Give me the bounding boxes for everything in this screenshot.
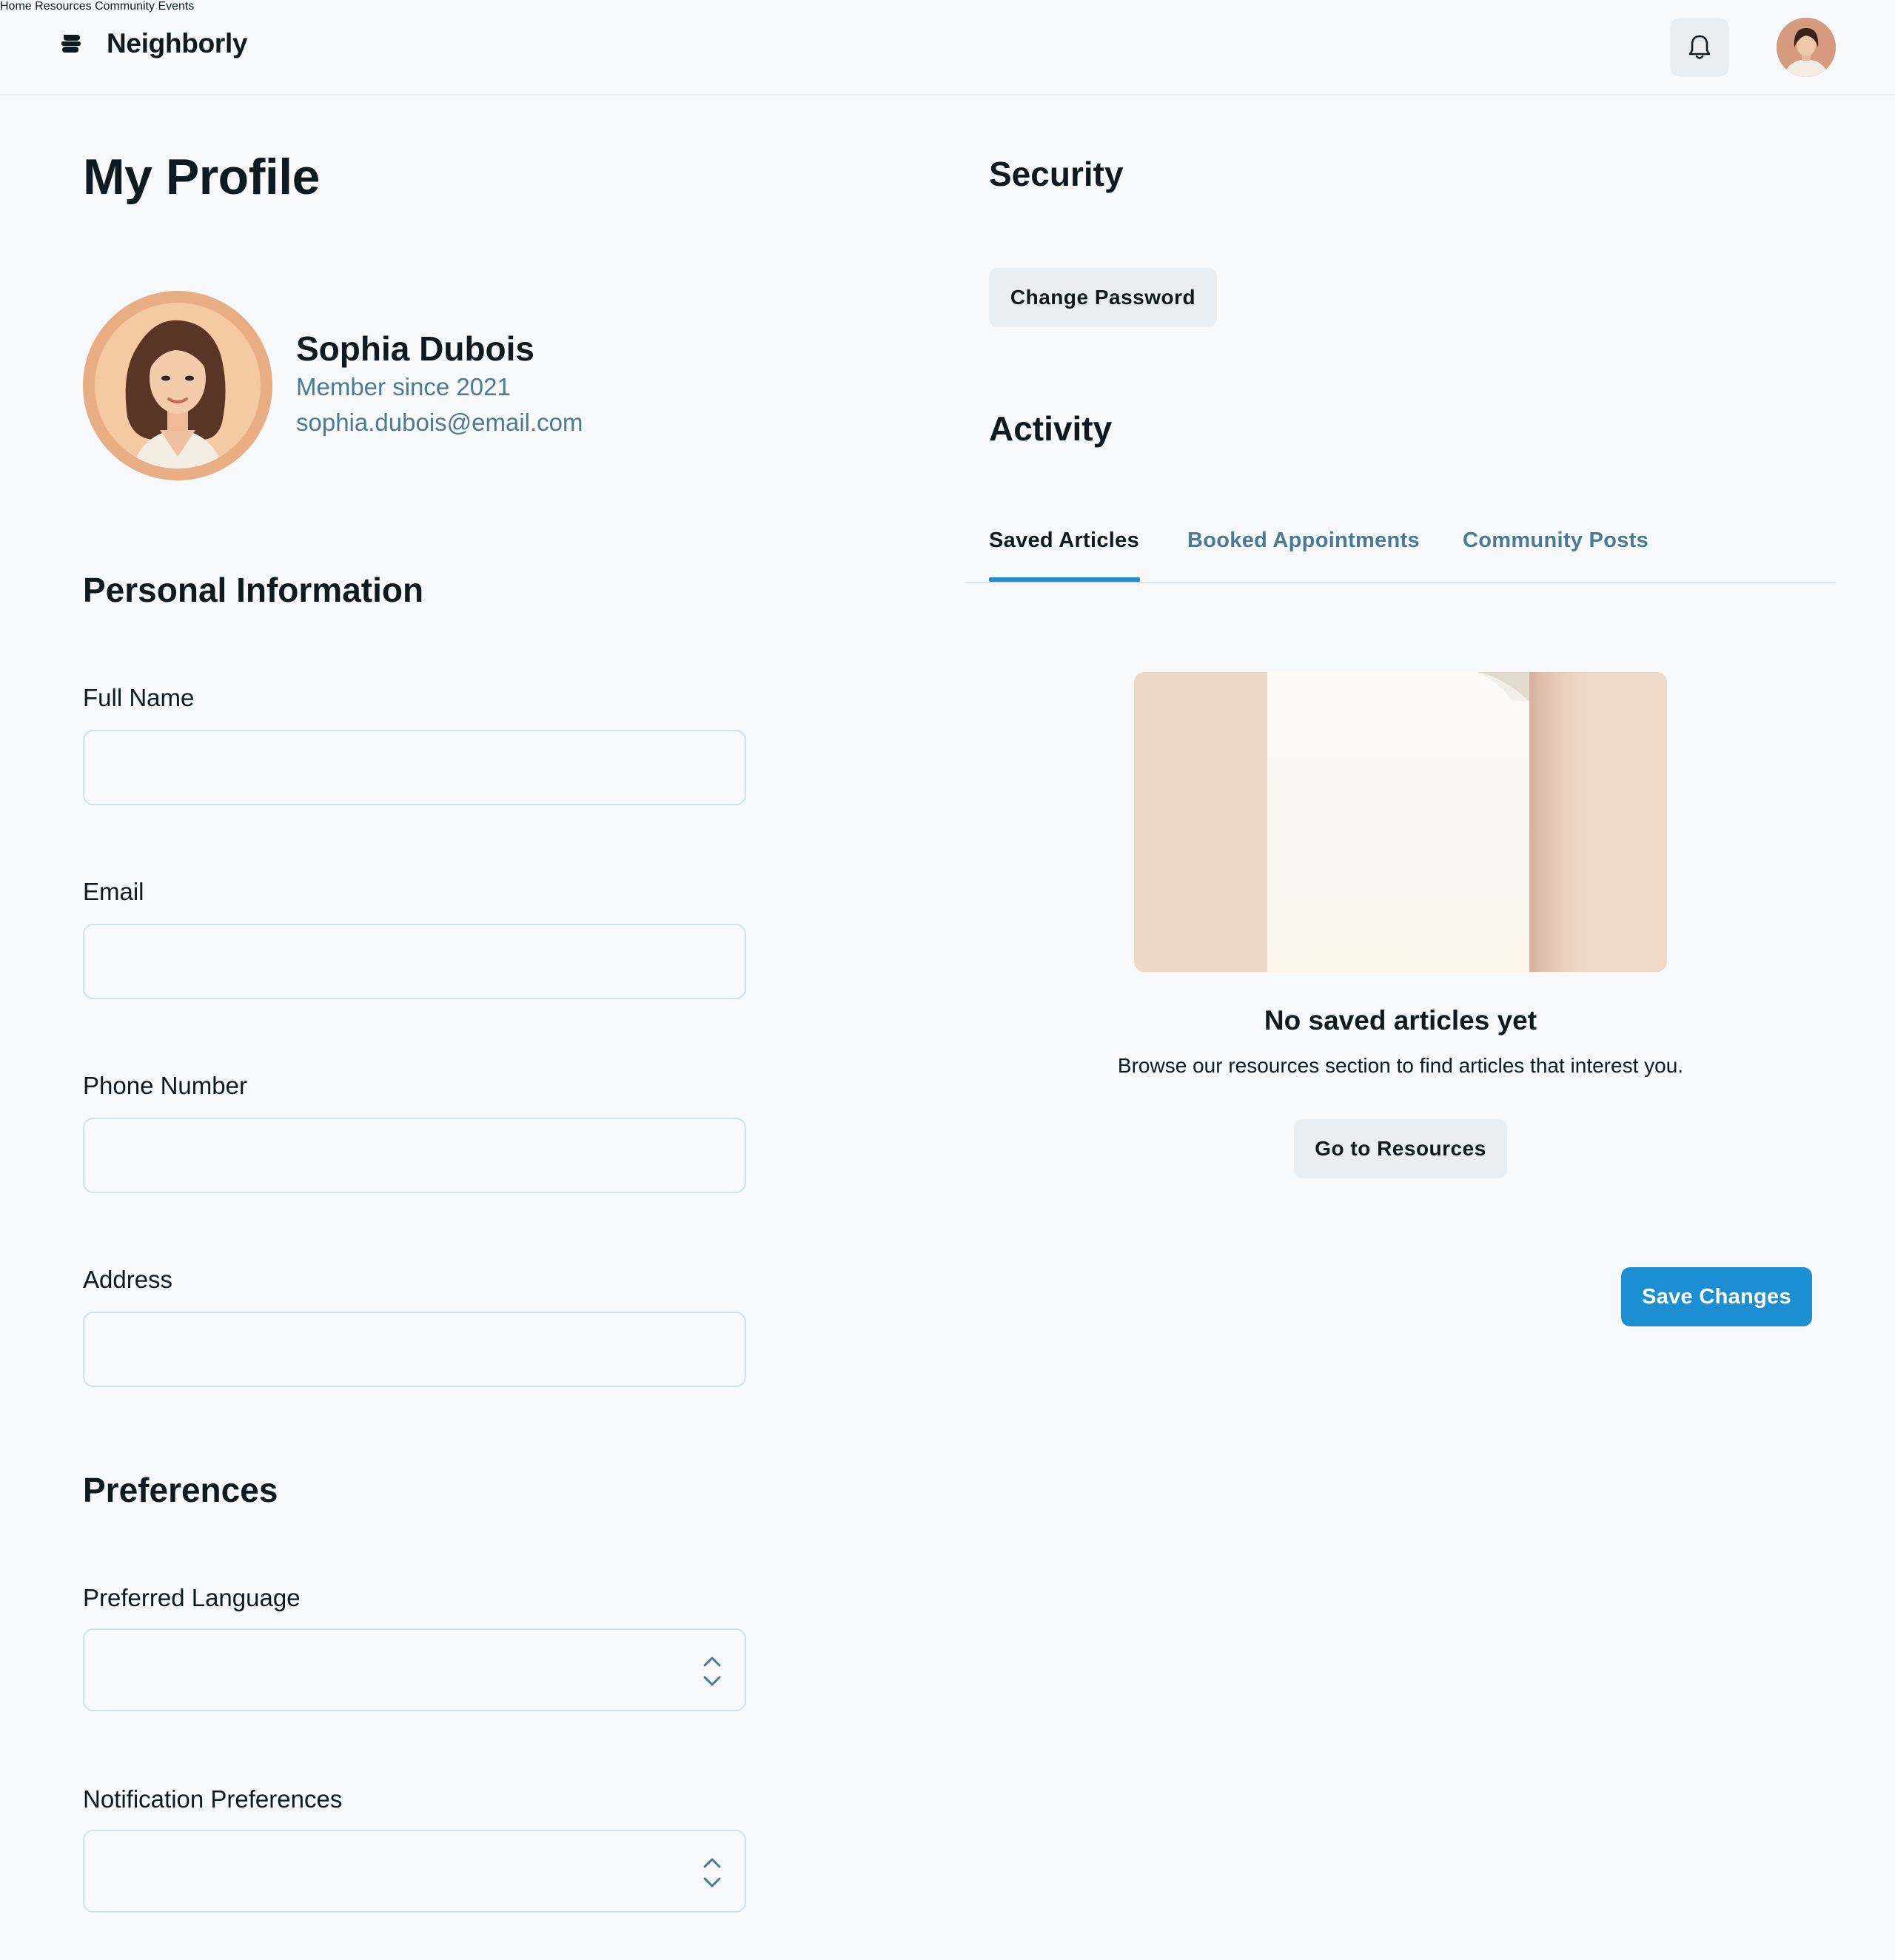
member-since-text: Member since 2021 (296, 373, 511, 400)
chevron-up-down-icon (703, 1858, 721, 1887)
neighborly-logo-icon (61, 35, 81, 53)
main-nav: Home Resources Community Events (0, 0, 1895, 13)
active-tab-indicator (989, 577, 1140, 582)
empty-state-illustration (1134, 672, 1667, 972)
tab-booked-appointments[interactable]: Booked Appointments (1187, 528, 1420, 553)
notification-preferences-label: Notification Preferences (83, 1785, 343, 1813)
brand-name: Neighborly (107, 28, 248, 58)
profile-portrait-image (83, 291, 272, 480)
address-field[interactable] (83, 1312, 746, 1387)
brand[interactable]: Neighborly (59, 28, 248, 59)
empty-state-title: No saved articles yet (1264, 1005, 1537, 1036)
notifications-button[interactable] (1670, 18, 1729, 77)
nav-link-home[interactable]: Home (0, 0, 32, 13)
security-heading: Security (989, 155, 1124, 193)
personal-information-heading: Personal Information (83, 571, 424, 609)
activity-tabs: Saved Articles Booked Appointments Commu… (965, 511, 1836, 583)
change-password-button[interactable]: Change Password (989, 268, 1217, 327)
preferred-language-select[interactable] (83, 1628, 746, 1711)
address-label: Address (83, 1266, 173, 1293)
nav-link-events[interactable]: Events (158, 0, 194, 13)
preferences-heading: Preferences (83, 1471, 278, 1509)
nav-link-community[interactable]: Community (95, 0, 155, 13)
top-navigation-bar: Neighborly Home Resources Community Even… (0, 0, 1895, 95)
activity-heading: Activity (989, 409, 1113, 448)
full-name-label: Full Name (83, 684, 195, 711)
full-name-field[interactable] (83, 730, 746, 805)
save-changes-button[interactable]: Save Changes (1621, 1267, 1812, 1326)
nav-link-resources[interactable]: Resources (35, 0, 91, 13)
phone-number-label: Phone Number (83, 1072, 247, 1099)
empty-state-description: Browse our resources section to find art… (1117, 1054, 1684, 1077)
tab-saved-articles[interactable]: Saved Articles (989, 528, 1139, 553)
email-label: Email (83, 878, 144, 905)
user-avatar-menu[interactable] (1777, 18, 1836, 77)
profile-name: Sophia Dubois (296, 329, 534, 368)
go-to-resources-button[interactable]: Go to Resources (1294, 1119, 1507, 1178)
tab-community-posts[interactable]: Community Posts (1463, 528, 1649, 553)
page-title: My Profile (83, 149, 320, 205)
avatar-portrait-image (1777, 18, 1836, 77)
chevron-up-down-icon (703, 1657, 721, 1686)
profile-email-text: sophia.dubois@email.com (296, 409, 583, 436)
preferred-language-label: Preferred Language (83, 1584, 301, 1611)
profile-avatar[interactable] (83, 291, 272, 480)
bell-icon (1688, 35, 1711, 59)
notification-preferences-select[interactable] (83, 1830, 746, 1913)
email-field[interactable] (83, 924, 746, 999)
phone-number-field[interactable] (83, 1118, 746, 1193)
